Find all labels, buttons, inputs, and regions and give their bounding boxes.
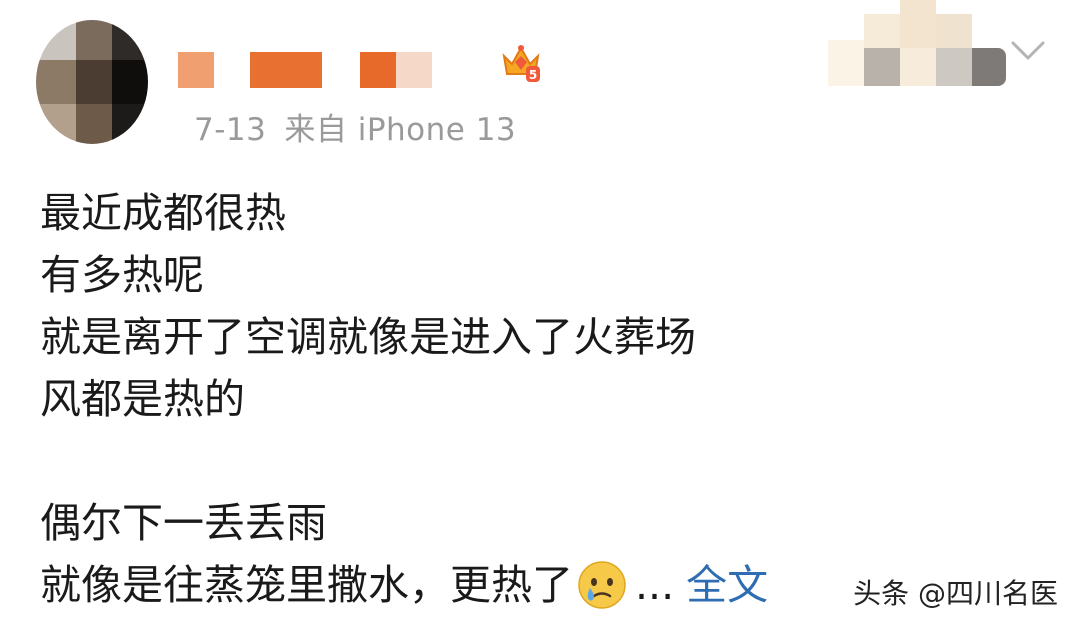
post-line: 偶尔下一丢丢雨 [40, 499, 327, 547]
post-line: 就像是往蒸笼里撒水，更热了 [40, 561, 573, 609]
crown-vip-level-icon[interactable]: 5 [500, 42, 542, 84]
post-source: 来自 iPhone 13 [284, 112, 517, 148]
username[interactable] [178, 52, 488, 88]
post-date: 7-13 [194, 112, 267, 148]
ellipsis: ... [635, 561, 675, 609]
avatar[interactable] [36, 20, 148, 144]
vip-level-text: 5 [529, 68, 537, 82]
post-line: 就是离开了空调就像是进入了火葬场 [40, 313, 696, 361]
post-content: 最近成都很热 有多热呢 就是离开了空调就像是进入了火葬场 风都是热的 偶尔下一丢… [40, 182, 1040, 616]
watermark: 头条 @四川名医 [853, 577, 1058, 610]
sad-tear-emoji-icon [578, 561, 626, 609]
post-line: 有多热呢 [40, 251, 204, 299]
post-line: 风都是热的 [40, 375, 245, 423]
post-meta: 7-13 来自 iPhone 13 [194, 104, 534, 149]
follow-area[interactable] [828, 0, 1008, 90]
post-line: 最近成都很热 [40, 189, 286, 237]
full-text-link[interactable]: 全文 [686, 554, 768, 616]
chevron-down-icon[interactable] [1010, 38, 1046, 64]
